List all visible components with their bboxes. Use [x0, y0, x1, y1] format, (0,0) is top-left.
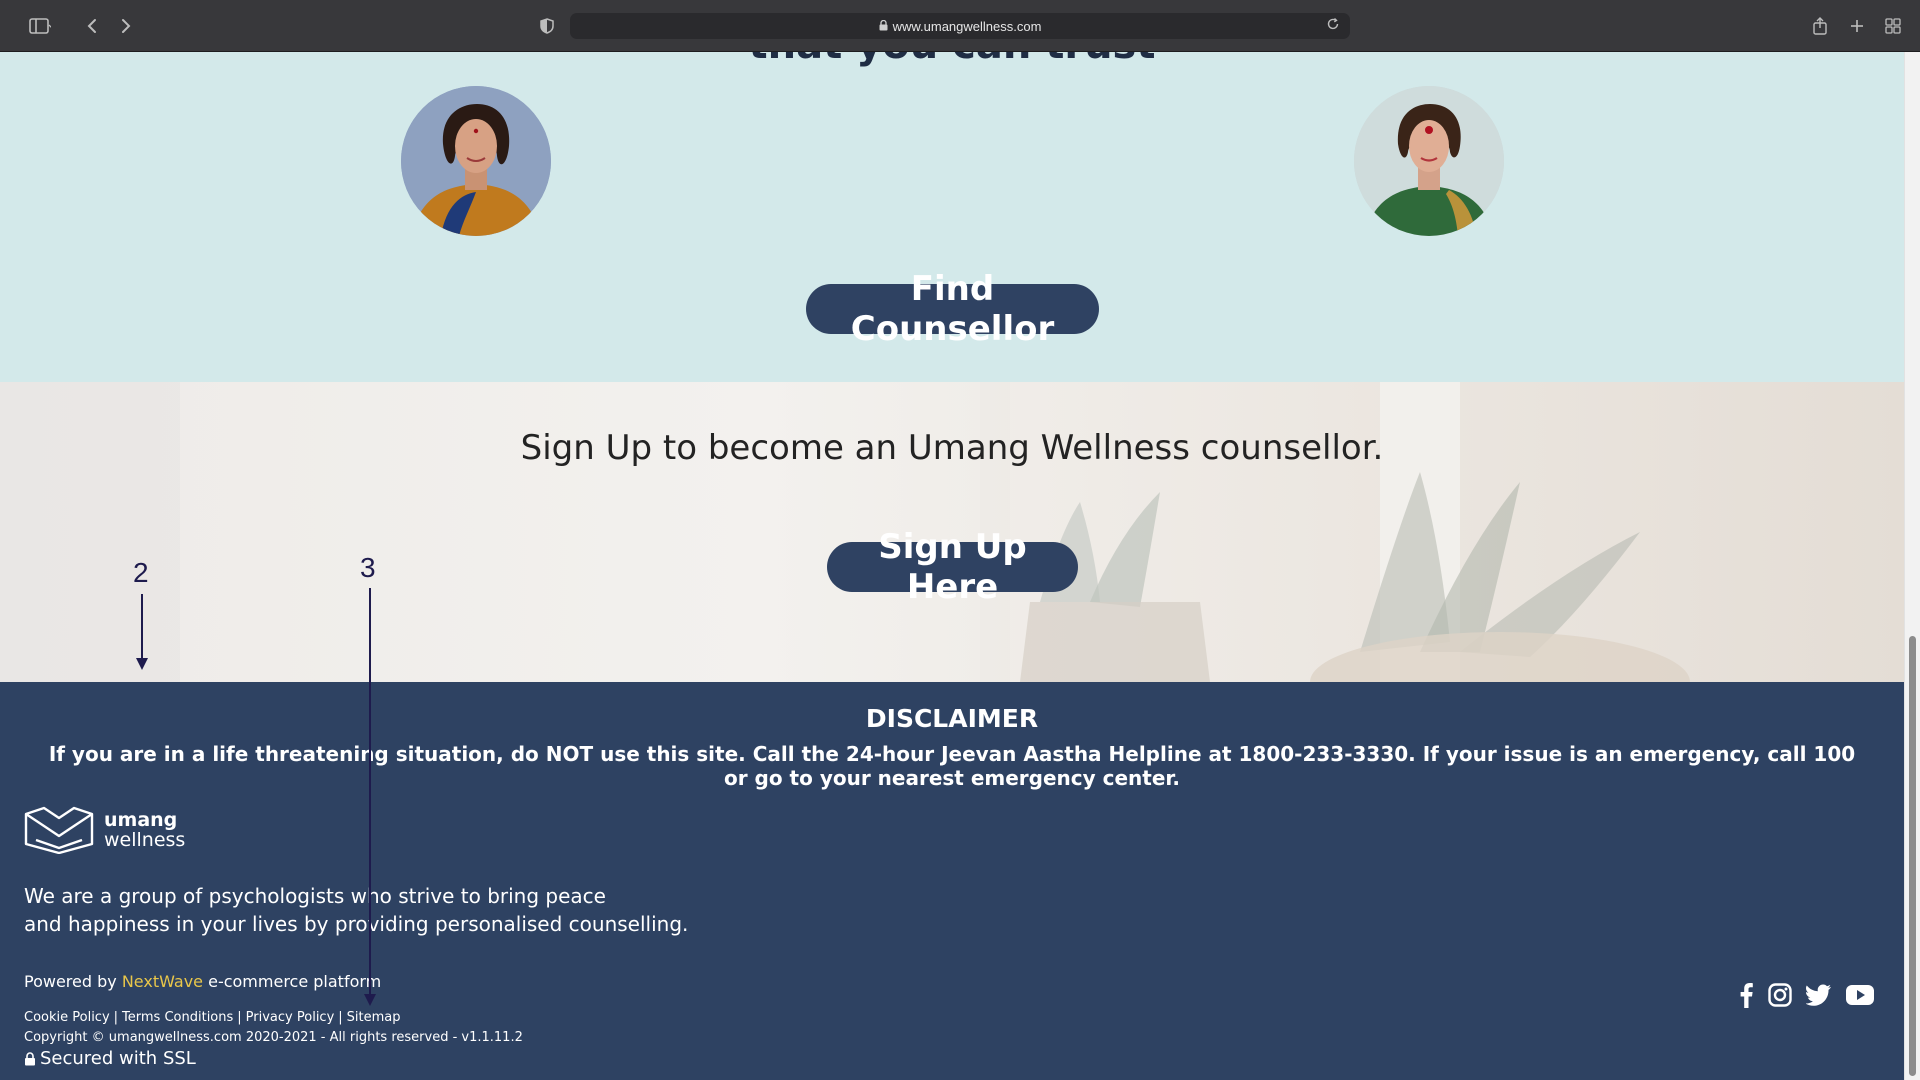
sitemap-link[interactable]: Sitemap [347, 1010, 401, 1025]
ssl-text: Secured with SSL [40, 1048, 196, 1069]
social-links [1738, 982, 1874, 1008]
logo-text-wellness: wellness [104, 829, 186, 851]
link-separator: | [237, 1010, 242, 1025]
lock-icon [879, 19, 888, 34]
powered-prefix: Powered by [24, 972, 122, 991]
share-icon[interactable] [1809, 13, 1831, 39]
copyright-text: Copyright © umangwellness.com 2020-2021 … [24, 1030, 523, 1045]
disclaimer-text: If you are in a life threatening situati… [48, 742, 1856, 790]
disclaimer-title: DISCLAIMER [865, 704, 1039, 733]
footer-links: Cookie Policy | Terms Conditions | Privacy P… [24, 1010, 401, 1025]
ssl-badge: Secured with SSL [24, 1048, 196, 1069]
reload-icon[interactable] [1326, 17, 1340, 34]
find-counsellor-button[interactable]: Find Counsellor [806, 269, 1099, 349]
tab-overview-icon[interactable] [1882, 13, 1904, 39]
browser-toolbar: www.umangwellness.com [0, 0, 1920, 52]
twitter-icon[interactable] [1806, 984, 1832, 1006]
lock-icon [25, 1051, 35, 1065]
counsellors-section: that you can trust Find Counsellor [0, 52, 1904, 382]
privacy-policy-link[interactable]: Privacy Policy [246, 1010, 335, 1025]
nextwave-link[interactable]: NextWave [122, 972, 203, 991]
annotation-label-3: 3 [360, 552, 376, 583]
powered-by: Powered by NextWave e-commerce platform [24, 972, 381, 991]
url-text: www.umangwellness.com [892, 18, 1042, 34]
signup-section: Sign Up to become an Umang Wellness coun… [0, 382, 1904, 682]
forward-arrow-icon[interactable] [116, 13, 136, 39]
powered-suffix: e-commerce platform [203, 972, 382, 991]
signup-heading: Sign Up to become an Umang Wellness coun… [520, 428, 1384, 468]
cookie-policy-link[interactable]: Cookie Policy [24, 1010, 110, 1025]
counsellor-avatar[interactable] [1354, 86, 1504, 236]
counsellor-avatar[interactable] [401, 86, 551, 236]
sidebar-toggle-icon[interactable] [20, 13, 60, 39]
logo-text-umang: umang [104, 809, 178, 831]
scrollbar-thumb[interactable] [1909, 636, 1916, 1076]
page-scrollbar[interactable] [1904, 52, 1920, 1080]
facebook-icon[interactable] [1738, 982, 1754, 1008]
annotation-label-2: 2 [133, 557, 149, 588]
about-text: We are a group of psychologists who stri… [24, 882, 704, 938]
section-heading: that you can trust [0, 52, 1904, 68]
footer-logo[interactable]: umang wellness [24, 806, 185, 854]
site-footer: DISCLAIMER If you are in a life threaten… [0, 682, 1904, 1080]
instagram-icon[interactable] [1768, 983, 1792, 1007]
link-separator: | [113, 1010, 119, 1025]
youtube-icon[interactable] [1846, 985, 1874, 1005]
about-line: and happiness in your lives by providing… [24, 912, 689, 936]
about-line: We are a group of psychologists who stri… [24, 884, 606, 908]
terms-conditions-link[interactable]: Terms Conditions [122, 1010, 233, 1025]
privacy-shield-icon[interactable] [536, 13, 558, 39]
signup-here-button[interactable]: Sign Up Here [827, 527, 1078, 607]
umang-logo-icon [24, 806, 94, 854]
link-separator: | [338, 1010, 343, 1025]
back-arrow-icon[interactable] [82, 13, 102, 39]
address-bar[interactable]: www.umangwellness.com [570, 13, 1350, 39]
new-tab-icon[interactable] [1846, 13, 1868, 39]
